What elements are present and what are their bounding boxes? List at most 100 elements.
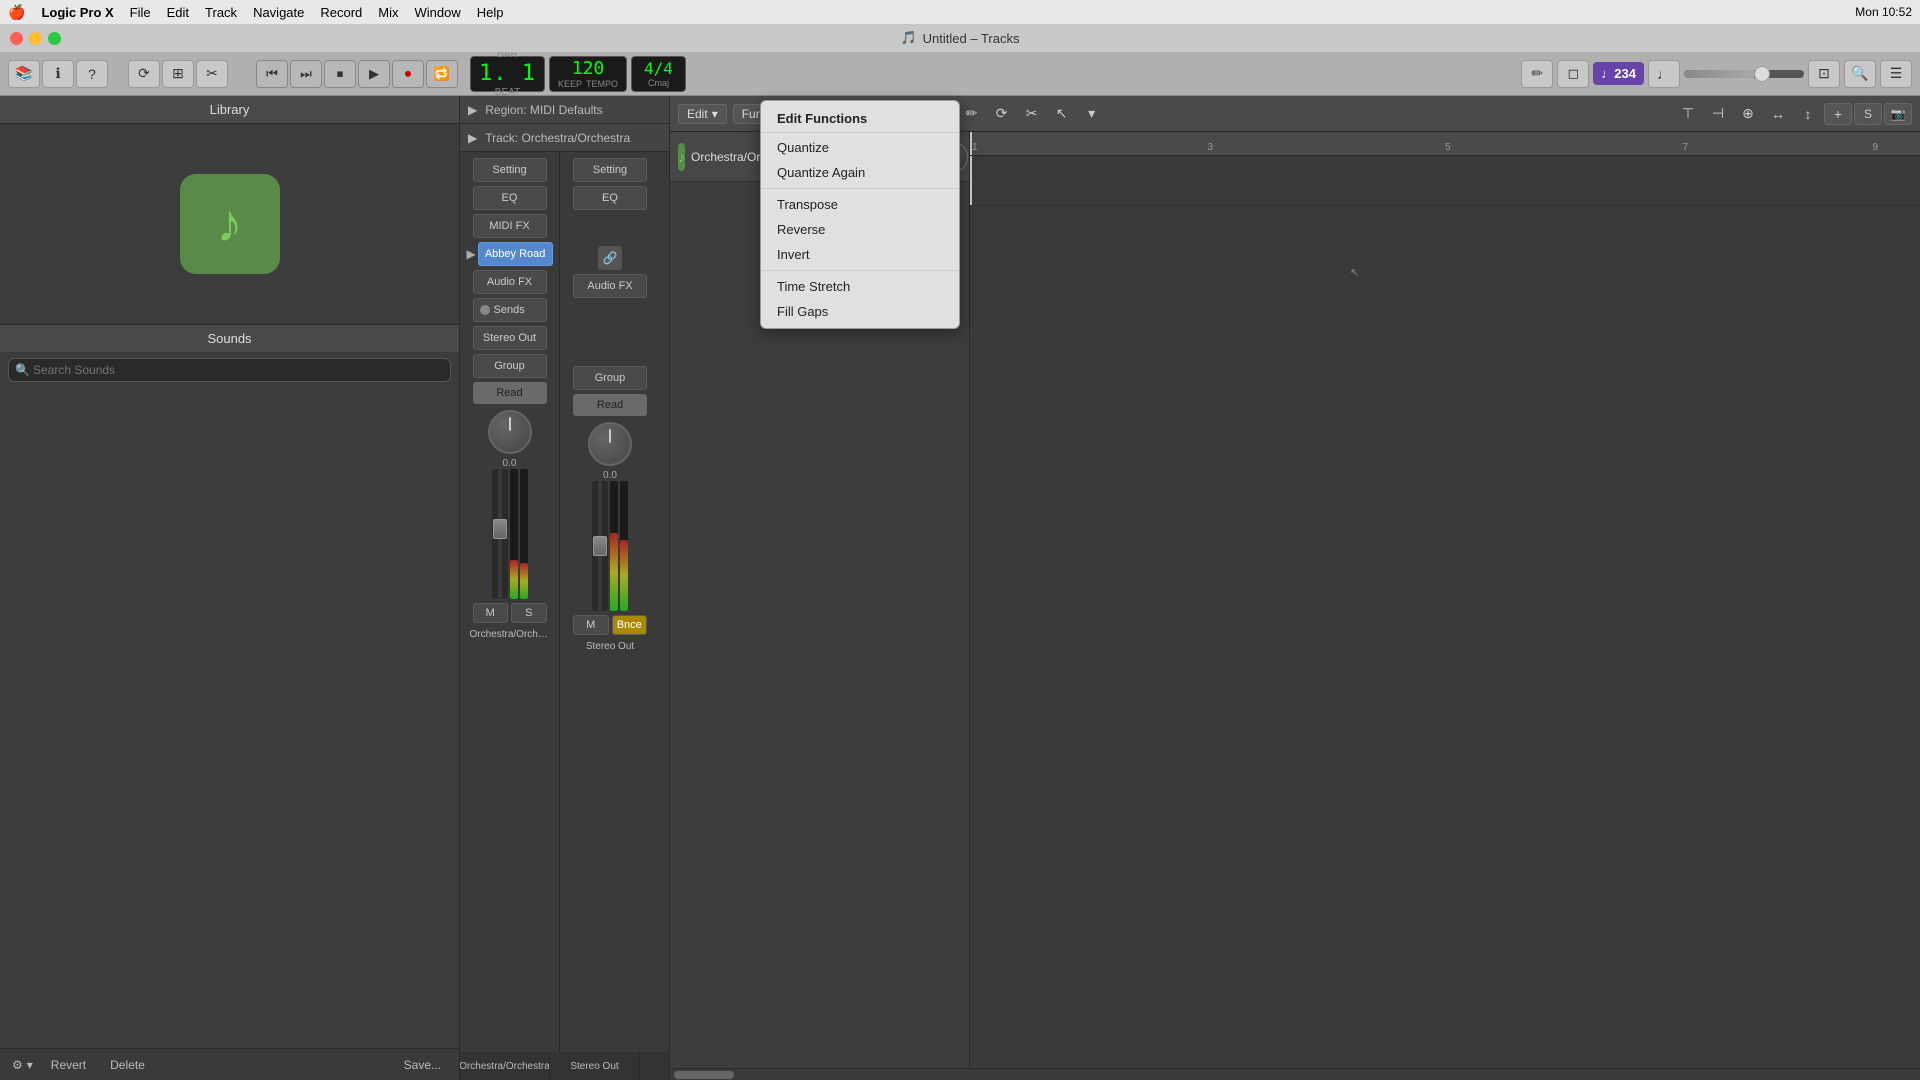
maximize-button[interactable] [48,32,61,45]
zoom-fit-button[interactable]: ⊡ [1808,60,1840,88]
close-button[interactable] [10,32,23,45]
time-sig-display[interactable]: 4/4 Cmaj [631,56,686,92]
delete-button[interactable]: Delete [104,1056,151,1074]
save-button[interactable]: Save... [398,1056,447,1074]
edit-menu[interactable]: Edit [167,5,189,20]
ch2-eq-button[interactable]: EQ [573,186,647,210]
position-display: BAR 1. 1 BEAT [470,56,545,92]
list-button[interactable]: ☰ [1880,60,1912,88]
zoom-in-btn[interactable]: ⊕ [1734,100,1762,128]
help-button[interactable]: ? [76,60,108,88]
app-name-menu[interactable]: Logic Pro X [41,5,113,20]
reverse-menu-item[interactable]: Reverse [761,217,959,242]
edit-label: Edit [687,107,708,121]
apple-menu-icon[interactable]: 🍎 [8,4,25,21]
timeline-track-area[interactable] [970,156,1920,206]
fit-btn[interactable]: ⊣ [1704,100,1732,128]
ch2-bounce-button[interactable]: Bnce [612,615,648,635]
loop-btn[interactable]: ⟳ [988,100,1016,128]
ch2-fader-handle[interactable] [593,536,607,556]
ch1-volume-knob[interactable] [488,410,532,454]
cycle-button[interactable]: 🔁 [426,60,458,88]
pencil-tool-button[interactable]: ✏ [1521,60,1553,88]
transpose-menu-item[interactable]: Transpose [761,192,959,217]
smart-controls-button[interactable]: ⊞ [162,60,194,88]
ch2-mute-button[interactable]: M [573,615,609,635]
edit-chevron-icon: ▾ [712,107,718,121]
metronome-button[interactable]: ♩ [1648,60,1680,88]
record-menu[interactable]: Record [320,5,362,20]
revert-button[interactable]: Revert [45,1056,92,1074]
time-stretch-menu-item[interactable]: Time Stretch [761,274,959,299]
master-level-slider[interactable] [1684,70,1804,78]
pencil-mode-btn[interactable]: ✏ [958,100,986,128]
rewind-button[interactable]: ⏮ [256,60,288,88]
ch2-setting-button[interactable]: Setting [573,158,647,182]
ch1-plugin-button[interactable]: Abbey Road [478,242,553,266]
ch1-mute-button[interactable]: M [473,603,509,623]
fast-forward-button[interactable]: ⏭ [290,60,322,88]
traffic-lights [10,32,61,45]
window-menu[interactable]: Window [415,5,461,20]
sounds-search-area: 🔍 [0,352,459,388]
pointer-btn[interactable]: ↖ [1048,100,1076,128]
ch1-fader[interactable] [492,469,508,599]
scissors-mode-btn[interactable]: ✂ [1018,100,1046,128]
mixer-bottom: Orchestra/Orchestra Stereo Out [460,1052,669,1080]
search-sounds-input[interactable] [8,358,451,382]
snapshot-button[interactable]: 📷 [1884,103,1912,125]
pointer-dropdown-btn[interactable]: ▾ [1078,100,1106,128]
quantize-menu-item[interactable]: Quantize [761,135,959,160]
ch2-link-icon[interactable]: 🔗 [598,246,622,270]
record-button[interactable]: ⏺ [392,60,424,88]
ch1-ms-buttons: M S [473,603,547,623]
add-track-button[interactable]: + [1824,103,1852,125]
ch1-group-button[interactable]: Group [473,354,547,378]
solo-track-button[interactable]: S [1854,103,1882,125]
ch2-group-button[interactable]: Group [573,366,647,390]
track-menu[interactable]: Track [205,5,237,20]
ch1-eq-button[interactable]: EQ [473,186,547,210]
zoom-v-btn[interactable]: ↕ [1794,100,1822,128]
tempo-display[interactable]: 120 KEEP TEMPO [549,56,627,92]
eraser-tool-button[interactable]: ◻ [1557,60,1589,88]
mix-menu[interactable]: Mix [378,5,398,20]
library-toggle-button[interactable]: 📚 [8,60,40,88]
cursor-indicator: ↖ [1350,266,1359,279]
ch1-stereo-out-button[interactable]: Stereo Out [473,326,547,350]
minimize-button[interactable] [29,32,42,45]
navigate-menu[interactable]: Navigate [253,5,304,20]
ch1-solo-button[interactable]: S [511,603,547,623]
ch1-fader-handle[interactable] [493,519,507,539]
info-button[interactable]: ℹ [42,60,74,88]
quantize-again-menu-item[interactable]: Quantize Again [761,160,959,185]
channel-strips-area: Setting EQ MIDI FX ▶ Abbey Road Audio FX… [460,152,669,1052]
ch2-volume-knob[interactable] [588,422,632,466]
ch2-read-button[interactable]: Read [573,394,647,416]
ch1-setting-button[interactable]: Setting [473,158,547,182]
ch1-midi-fx-button[interactable]: MIDI FX [473,214,547,238]
file-menu[interactable]: File [130,5,151,20]
invert-menu-item[interactable]: Invert [761,242,959,267]
scissors-button[interactable]: ✂ [196,60,228,88]
key-display: ♩234 [1593,62,1644,85]
stop-button[interactable]: ⏹ [324,60,356,88]
settings-button[interactable]: ⚙ ▾ [12,1058,33,1072]
fill-gaps-menu-item[interactable]: Fill Gaps [761,299,959,324]
horizontal-scrollbar[interactable] [670,1068,1920,1080]
ruler-mark-5: 5 [1445,142,1451,153]
edit-dropdown[interactable]: Edit ▾ [678,104,727,124]
scrollbar-thumb[interactable] [674,1071,734,1079]
quantize-button[interactable]: ⟳ [128,60,160,88]
ch1-sends-button[interactable]: Sends [473,298,547,322]
zoom-h-btn[interactable]: ↔ [1764,100,1792,128]
ch1-read-button[interactable]: Read [473,382,547,404]
search-button[interactable]: 🔍 [1844,60,1876,88]
ch2-fader[interactable] [592,481,608,611]
play-button[interactable]: ▶ [358,60,390,88]
menu-separator-1 [761,188,959,189]
ch2-audio-fx-button[interactable]: Audio FX [573,274,647,298]
align-top-btn[interactable]: ⊤ [1674,100,1702,128]
ch1-audio-fx-button[interactable]: Audio FX [473,270,547,294]
help-menu[interactable]: Help [477,5,504,20]
